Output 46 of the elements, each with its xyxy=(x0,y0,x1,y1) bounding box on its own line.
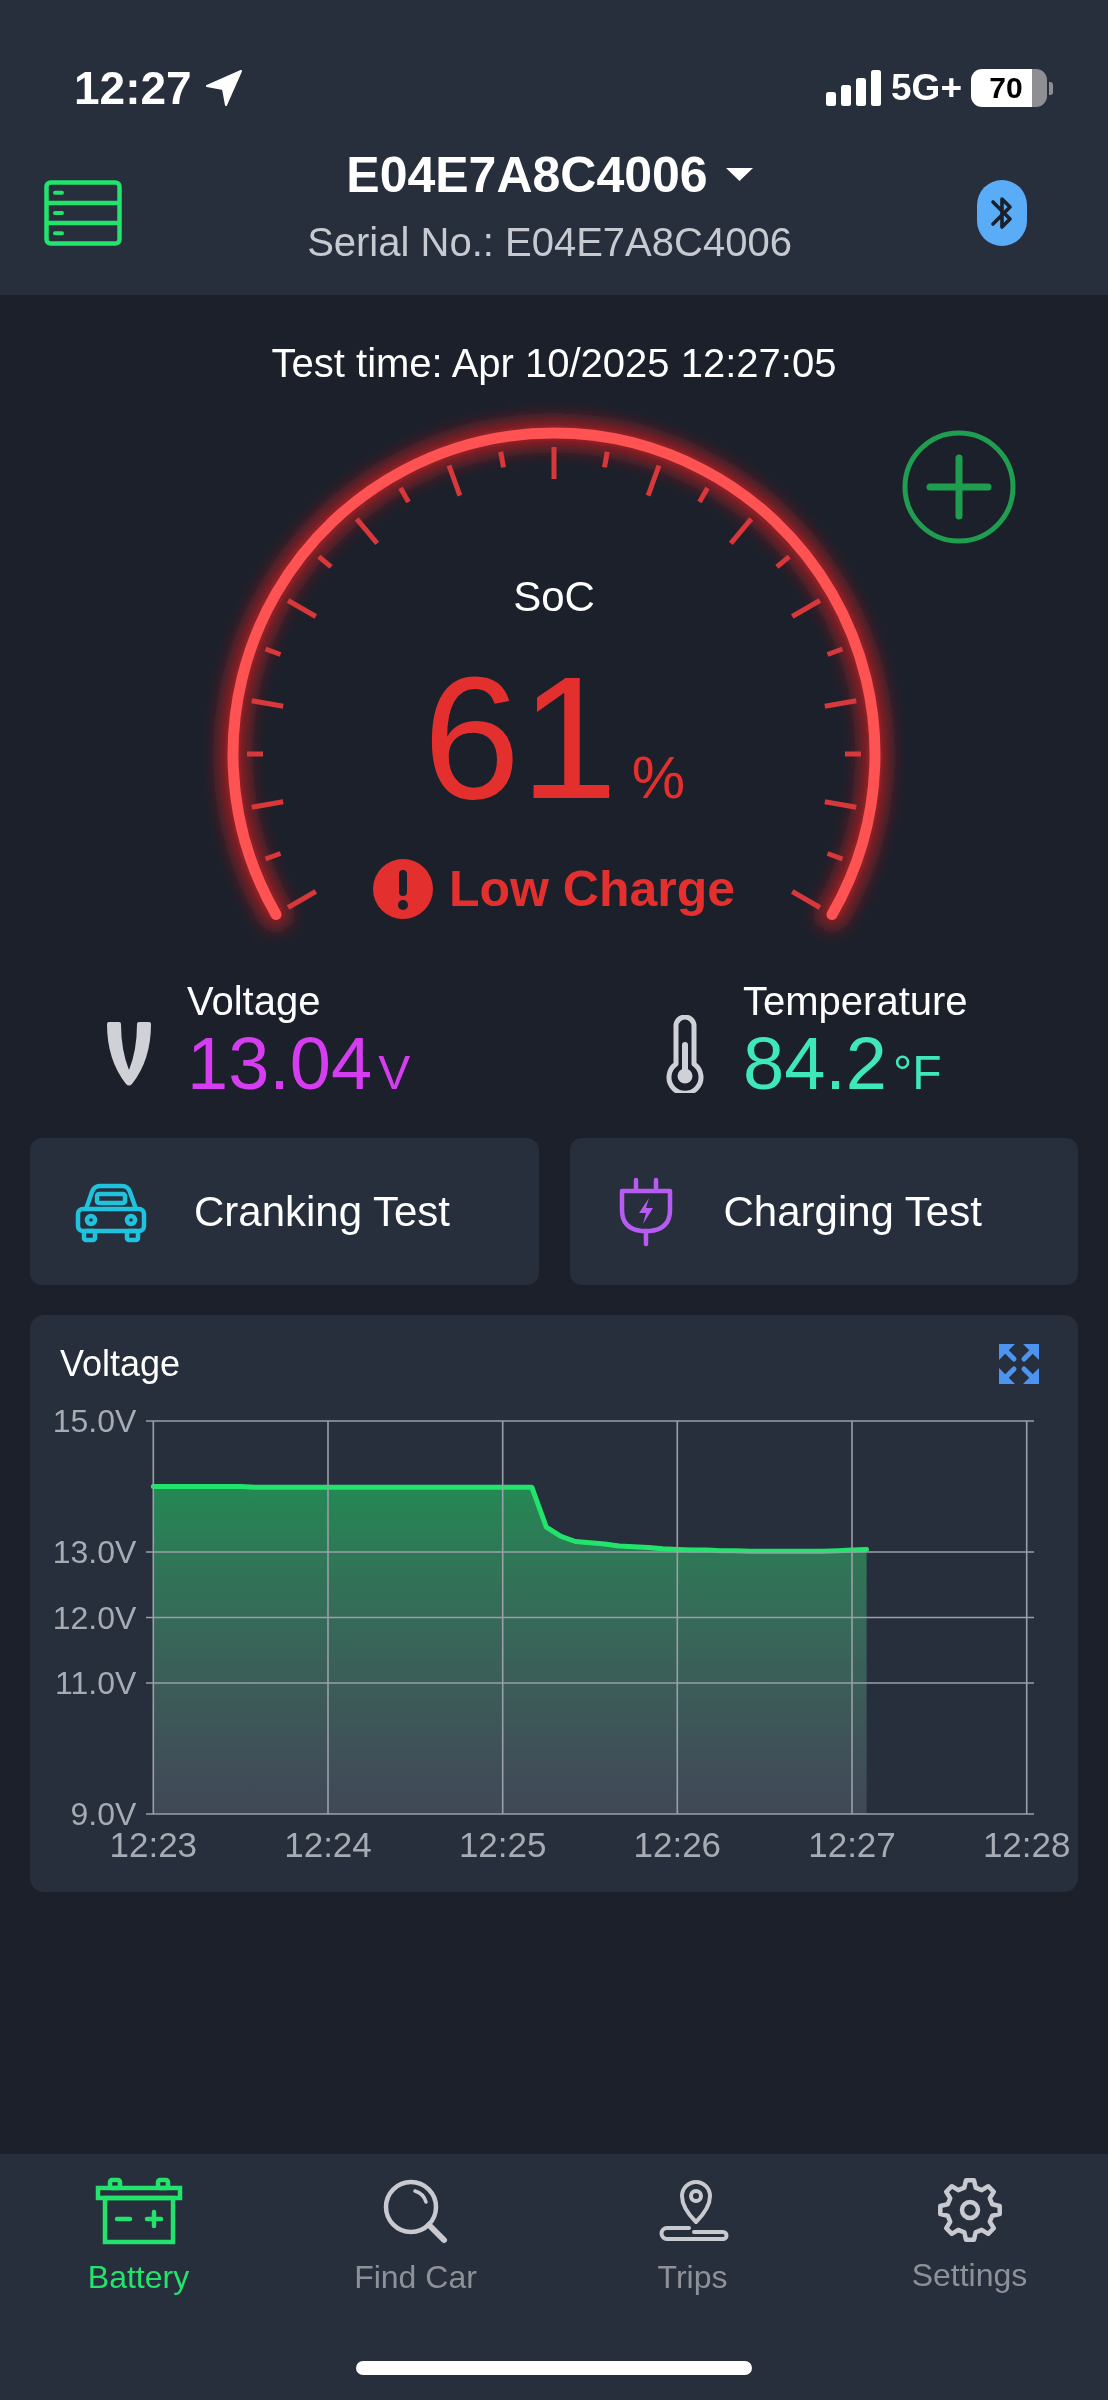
expand-button[interactable] xyxy=(998,1343,1040,1385)
reading-unit: °F xyxy=(893,1045,942,1101)
test-button[interactable]: Cranking Test xyxy=(30,1138,539,1285)
reading-label: Temperature xyxy=(743,978,968,1024)
signal-icon xyxy=(826,70,883,106)
battery-indicator: 70 xyxy=(971,69,1053,107)
status-text: Low Charge xyxy=(448,860,736,919)
test-time: Test time: Apr 10/2025 12:27:05 xyxy=(271,340,837,387)
gauge-unit: % xyxy=(631,748,685,808)
expand-icon xyxy=(998,1343,1040,1385)
status-time: 12:27 xyxy=(74,61,192,116)
chart-title: Voltage xyxy=(60,1343,181,1385)
reading-value: 13.04 xyxy=(187,1024,373,1104)
y-axis-label: 15.0V xyxy=(52,1403,137,1439)
reading-unit: V xyxy=(378,1045,411,1101)
add-button[interactable] xyxy=(902,430,1016,544)
reading-label: Voltage xyxy=(187,978,322,1024)
y-axis-label: 13.0V xyxy=(52,1534,137,1570)
reading-value: 84.2 xyxy=(743,1024,888,1104)
volt-icon xyxy=(105,1020,153,1088)
search-icon xyxy=(381,2177,450,2245)
x-axis-label: 12:25 xyxy=(458,1825,547,1864)
location-arrow-icon xyxy=(203,68,244,108)
battery-icon xyxy=(94,2177,183,2245)
tab-item[interactable]: Find Car xyxy=(354,2177,477,2296)
gauge-value: 61 xyxy=(423,650,618,825)
x-axis-label: 12:26 xyxy=(633,1825,722,1864)
alert-icon xyxy=(372,859,433,919)
x-axis-label: 12:27 xyxy=(808,1825,896,1864)
x-axis-label: 12:28 xyxy=(982,1825,1071,1864)
y-axis-label: 12.0V xyxy=(52,1599,137,1636)
bluetooth-icon[interactable] xyxy=(977,180,1027,246)
device-dropdown[interactable]: E04E7A8C4006 xyxy=(346,147,753,203)
gauge-label: SoC xyxy=(513,572,595,622)
caret-icon xyxy=(725,168,753,182)
tab-item[interactable]: Settings xyxy=(911,2177,1028,2296)
plus-circle-icon xyxy=(902,430,1016,544)
test-button[interactable]: Charging Test xyxy=(569,1138,1078,1285)
serial-number: Serial No.: E04E7A8C4006 xyxy=(307,219,792,266)
x-axis-label: 12:24 xyxy=(284,1825,372,1864)
gear-icon xyxy=(936,2177,1003,2243)
tab-item[interactable]: Trips xyxy=(655,2177,730,2296)
list-icon[interactable] xyxy=(44,180,122,246)
tab-item[interactable]: Battery xyxy=(87,2177,190,2296)
network-type: 5G+ xyxy=(891,66,962,110)
y-axis-label: 11.0V xyxy=(55,1665,137,1701)
